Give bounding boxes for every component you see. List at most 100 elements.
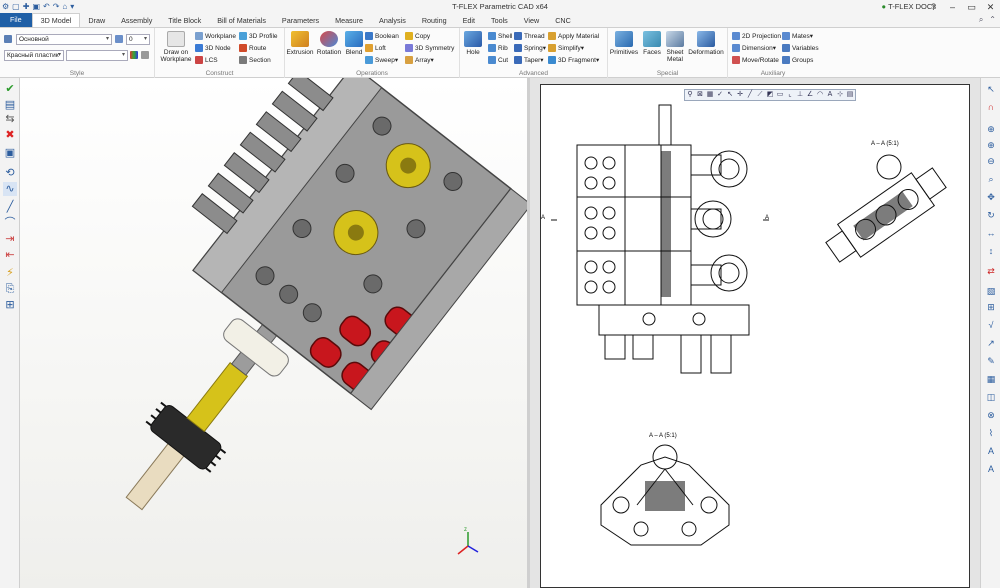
palette-icon[interactable]: [130, 51, 140, 59]
loft-button[interactable]: Loft: [365, 44, 386, 52]
home-icon[interactable]: ⌂: [62, 0, 67, 14]
pan-icon[interactable]: ✥: [984, 190, 998, 204]
snap-text-icon[interactable]: A: [825, 90, 835, 100]
redo-icon[interactable]: ↷: [53, 0, 60, 14]
trim-icon[interactable]: ⇤: [3, 248, 17, 262]
3d-viewport[interactable]: z: [20, 78, 527, 588]
deformation-button[interactable]: Deformation: [686, 31, 726, 56]
magnet-icon[interactable]: ∩: [984, 100, 998, 114]
snap-rect-icon[interactable]: ▭: [775, 90, 785, 100]
collapse-ribbon-icon[interactable]: ⌃: [989, 15, 996, 25]
check-icon[interactable]: ✓: [715, 90, 725, 100]
dimension-linear-icon[interactable]: ↔: [984, 226, 998, 240]
tab-parameters[interactable]: Parameters: [274, 14, 327, 27]
refresh-icon[interactable]: ↻: [984, 208, 998, 222]
style-combo[interactable]: ▾: [66, 50, 128, 61]
text-b-icon[interactable]: A: [984, 462, 998, 476]
route-button[interactable]: Route: [239, 44, 266, 52]
grid-icon[interactable]: ▦: [705, 90, 715, 100]
offset-icon[interactable]: ⇥: [3, 232, 17, 246]
tab-analysis[interactable]: Analysis: [371, 14, 414, 27]
spline-icon[interactable]: ∿: [3, 182, 17, 196]
undo-icon[interactable]: ↶: [43, 0, 50, 14]
tab-tools[interactable]: Tools: [483, 14, 516, 27]
3d-fragment-button[interactable]: 3D Fragment ▾: [548, 56, 599, 64]
line-style-icon[interactable]: ⇄: [984, 264, 998, 278]
sweep-button[interactable]: Sweep ▾: [365, 56, 398, 64]
move-rotate-button[interactable]: Move/Rotate: [732, 56, 779, 64]
symbol-icon[interactable]: ⊗: [984, 408, 998, 422]
maximize-button[interactable]: ▭: [962, 0, 981, 14]
boolean-button[interactable]: Boolean: [365, 32, 399, 40]
primitives-button[interactable]: Primitives: [608, 31, 640, 56]
snap-angle-icon[interactable]: ∠: [805, 90, 815, 100]
select-arrow-icon[interactable]: ↖: [984, 82, 998, 96]
cancel-x-icon[interactable]: ✖: [3, 128, 17, 142]
ok-check-icon[interactable]: ✔: [3, 82, 17, 96]
note-icon[interactable]: ✎: [984, 354, 998, 368]
workplane-button[interactable]: Workplane: [195, 32, 236, 40]
blend-button[interactable]: Blend: [343, 31, 365, 56]
tab-title-block[interactable]: Title Block: [160, 14, 209, 27]
tab-edit[interactable]: Edit: [455, 14, 483, 27]
snap-corner-icon[interactable]: ⌞: [785, 90, 795, 100]
help-button[interactable]: ?: [924, 0, 943, 14]
customize-icon[interactable]: ▾: [70, 0, 74, 14]
select-icon[interactable]: ⊠: [695, 90, 705, 100]
tab-3d-model[interactable]: 3D Model: [31, 13, 81, 27]
sheet-metal-button[interactable]: Sheet Metal: [664, 31, 686, 63]
tab-file[interactable]: File: [0, 13, 32, 27]
taper-button[interactable]: Taper ▾: [514, 56, 544, 64]
zoom-out-icon[interactable]: ⊖: [984, 154, 998, 168]
3d-symmetry-button[interactable]: 3D Symmetry: [405, 44, 454, 52]
lcs-button[interactable]: LCS: [195, 56, 218, 64]
faces-button[interactable]: Faces: [640, 31, 664, 56]
section-button[interactable]: Section: [239, 56, 271, 64]
rib-button[interactable]: Rib: [488, 44, 508, 52]
snap-grid-icon[interactable]: ▤: [845, 90, 855, 100]
tab-cnc[interactable]: CNC: [547, 14, 579, 27]
shell-button[interactable]: Shell: [488, 32, 512, 40]
open-icon[interactable]: ✚: [23, 0, 30, 14]
table-icon[interactable]: ▦: [984, 372, 998, 386]
snap-line-icon[interactable]: ╱: [745, 90, 755, 100]
variables-button[interactable]: Variables: [782, 44, 819, 52]
cursor-icon[interactable]: ↖: [725, 90, 735, 100]
apply-material-button[interactable]: Apply Material: [548, 32, 599, 40]
2d-drawing-viewport[interactable]: A A A – A (5:1) A – A (5:1): [530, 78, 980, 588]
new-icon[interactable]: ▢: [12, 0, 20, 14]
parameters-icon[interactable]: ▤: [3, 98, 17, 112]
zoom-window-icon[interactable]: ⊕: [984, 122, 998, 136]
layer-combo[interactable]: Основной ▾: [16, 34, 112, 45]
select-curve-icon[interactable]: ⟲: [3, 166, 17, 180]
draw-on-workplane-button[interactable]: Draw on Workplane: [158, 31, 194, 63]
tab-view[interactable]: View: [516, 14, 547, 27]
text-a-icon[interactable]: A: [984, 444, 998, 458]
tab-measure[interactable]: Measure: [327, 14, 371, 27]
hatch-icon[interactable]: ▧: [984, 284, 998, 298]
groups-button[interactable]: Groups: [782, 56, 813, 64]
array-button[interactable]: Array ▾: [405, 56, 434, 64]
arc-icon[interactable]: ⌒: [3, 216, 17, 230]
weld-icon[interactable]: ⌇: [984, 426, 998, 440]
tolerance-icon[interactable]: ⊞: [984, 300, 998, 314]
snap-tangent-icon[interactable]: ⟋: [755, 90, 765, 100]
2d-projection-button[interactable]: 2D Projection: [732, 32, 781, 40]
save-icon[interactable]: ▣: [32, 0, 40, 14]
library-icon[interactable]: ⊞: [3, 298, 17, 312]
snap-point-icon[interactable]: ✛: [735, 90, 745, 100]
line-icon[interactable]: ╱: [3, 200, 17, 214]
book-icon[interactable]: ⎘: [3, 282, 17, 296]
rotation-button[interactable]: Rotation: [315, 31, 343, 56]
snap-mid-icon[interactable]: ⊹: [835, 90, 845, 100]
simplify-button[interactable]: Simplify ▾: [548, 44, 584, 52]
minimize-button[interactable]: –: [943, 0, 962, 14]
number-combo[interactable]: 0 ▾: [126, 34, 150, 45]
zoom-in-icon[interactable]: ⊕: [984, 138, 998, 152]
tab-draw[interactable]: Draw: [80, 14, 113, 27]
app-menu-icon[interactable]: ⚙: [2, 0, 9, 14]
thread-button[interactable]: Thread: [514, 32, 545, 40]
filter-icon[interactable]: ⚲: [685, 90, 695, 100]
search-icon[interactable]: ⌕: [979, 15, 983, 25]
color-picker-icon[interactable]: [115, 35, 125, 43]
